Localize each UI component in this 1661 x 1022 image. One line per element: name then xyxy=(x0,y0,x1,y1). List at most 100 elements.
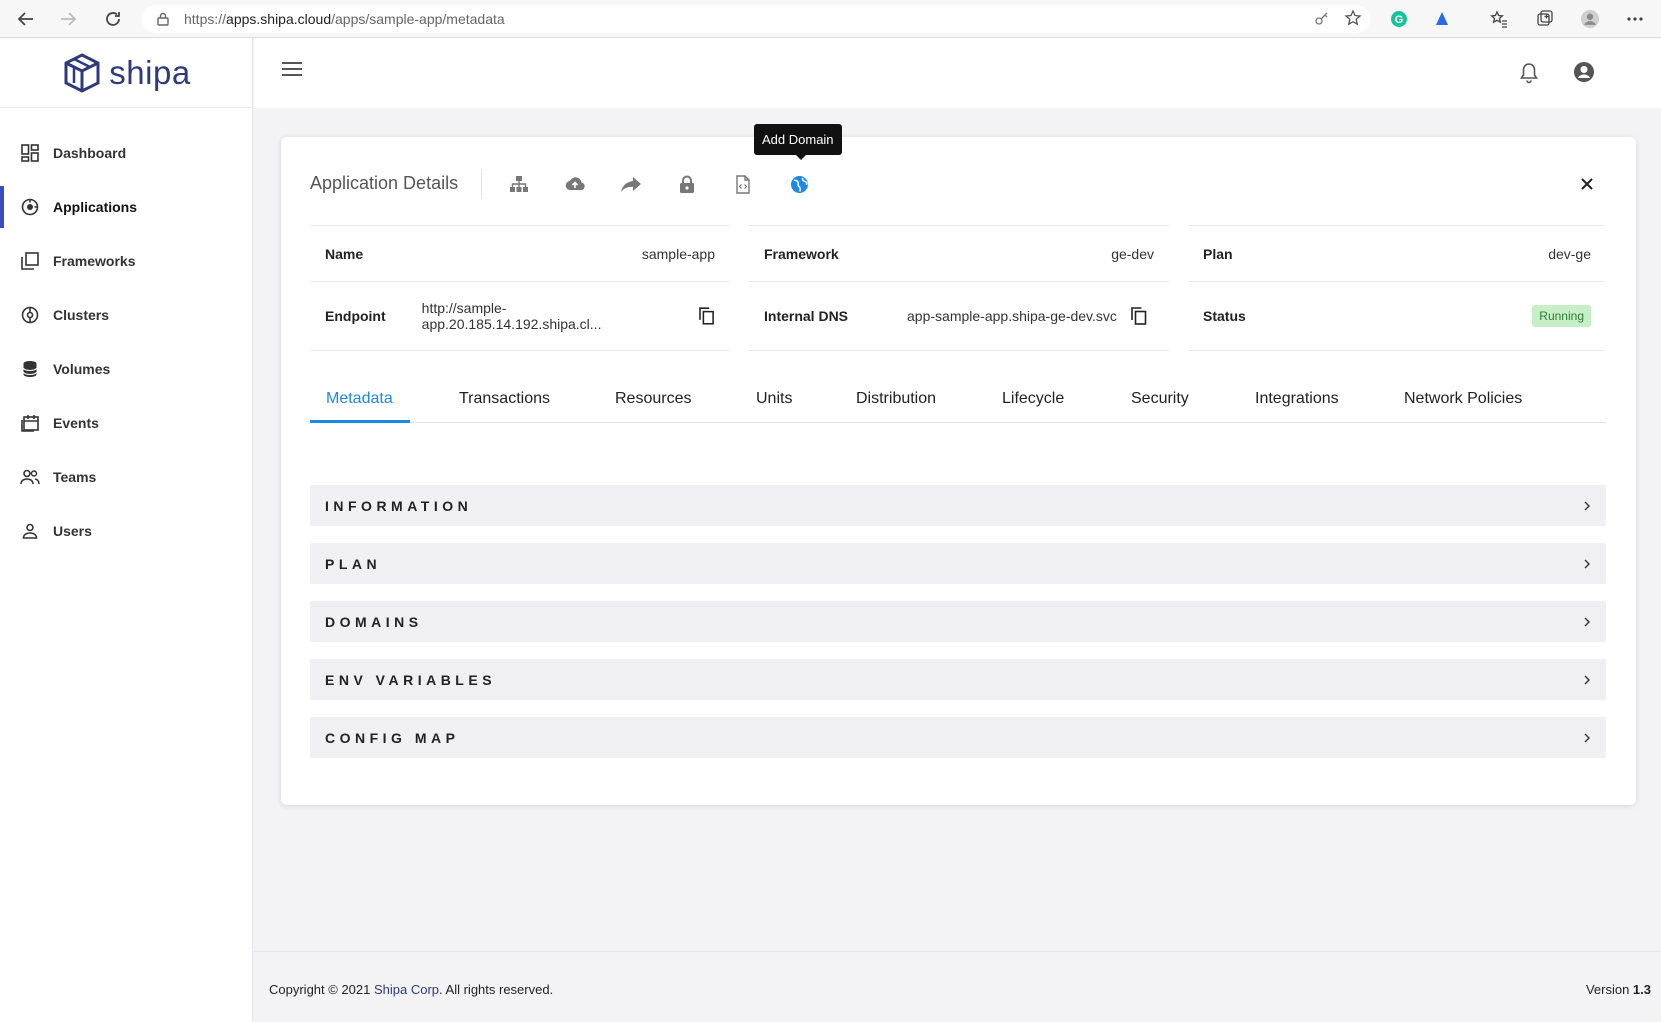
globe-icon[interactable] xyxy=(788,173,810,195)
close-icon[interactable] xyxy=(1578,175,1596,193)
sidebar-item-label: Teams xyxy=(53,469,97,485)
reload-icon[interactable] xyxy=(101,7,125,31)
top-header xyxy=(254,38,1661,108)
plan-row: Plan dev-ge xyxy=(1188,225,1606,281)
logo[interactable]: shipa xyxy=(0,38,252,108)
sidebar-item-users[interactable]: Users xyxy=(0,504,252,558)
info-column-2: Framework ge-dev Internal DNS app-sample… xyxy=(749,225,1169,351)
name-row: Name sample-app xyxy=(310,225,730,281)
clusters-icon xyxy=(20,305,40,325)
chevron-right-icon xyxy=(1584,733,1590,742)
url-text: https://apps.shipa.cloud/apps/sample-app… xyxy=(184,11,505,27)
chevron-right-icon xyxy=(1584,559,1590,568)
section-label: CONFIG MAP xyxy=(325,729,460,746)
favorites-icon[interactable] xyxy=(1489,9,1509,29)
application-details-card: Application Details Add Domain Name samp… xyxy=(281,124,1636,805)
section-information[interactable]: INFORMATION xyxy=(310,485,1606,526)
section-config-map[interactable]: CONFIG MAP xyxy=(310,717,1606,758)
title-divider xyxy=(481,169,482,199)
tab-lifecycle[interactable]: Lifecycle xyxy=(1002,381,1064,423)
sidebar-item-label: Clusters xyxy=(53,307,110,323)
add-domain-tooltip: Add Domain xyxy=(754,124,842,160)
section-domains[interactable]: DOMAINS xyxy=(310,601,1606,642)
endpoint-label: Endpoint xyxy=(325,308,386,324)
address-bar[interactable]: https://apps.shipa.cloud/apps/sample-app… xyxy=(142,5,1370,33)
internal-dns-value[interactable]: app-sample-app.shipa-ge-dev.svc xyxy=(907,308,1117,324)
footer: Copyright © 2021 Shipa Corp. All rights … xyxy=(254,951,1661,1022)
page-title: Application Details xyxy=(310,173,459,193)
collections-icon[interactable] xyxy=(1535,9,1555,29)
copy-dns-icon[interactable] xyxy=(1131,307,1147,325)
info-column-3: Plan dev-ge Status Running xyxy=(1188,225,1606,351)
copyright-text: Copyright © 2021 xyxy=(269,982,374,997)
code-file-icon[interactable] xyxy=(732,173,754,195)
cloud-upload-icon[interactable] xyxy=(564,173,586,195)
lock-icon xyxy=(157,12,169,26)
users-icon xyxy=(20,521,40,541)
sidebar-item-events[interactable]: Events xyxy=(0,396,252,450)
sidebar-item-label: Users xyxy=(53,523,92,539)
back-icon[interactable] xyxy=(14,7,38,31)
svg-text:G: G xyxy=(1395,14,1404,26)
name-label: Name xyxy=(325,245,364,262)
section-env-variables[interactable]: ENV VARIABLES xyxy=(310,659,1606,700)
plan-label: Plan xyxy=(1203,245,1233,262)
chevron-right-icon xyxy=(1584,675,1590,684)
framework-value: ge-dev xyxy=(1111,245,1154,262)
version-label: Version xyxy=(1585,982,1633,997)
teams-icon xyxy=(20,467,40,487)
active-tab-indicator xyxy=(310,420,410,423)
notification-bell-icon[interactable] xyxy=(1519,62,1539,84)
forward-arrow-icon[interactable] xyxy=(620,173,642,195)
tab-security[interactable]: Security xyxy=(1131,381,1189,423)
endpoint-value[interactable]: http://sample-app.20.185.14.192.shipa.cl… xyxy=(422,300,680,332)
sitemap-icon[interactable] xyxy=(508,173,530,195)
tab-integrations[interactable]: Integrations xyxy=(1255,381,1339,423)
sidebar-item-label: Volumes xyxy=(53,361,111,377)
sidebar-item-teams[interactable]: Teams xyxy=(0,450,252,504)
sidebar-item-frameworks[interactable]: Frameworks xyxy=(0,234,252,288)
sidebar: shipa Dashboard Applications Frameworks … xyxy=(0,38,253,1022)
section-label: PLAN xyxy=(325,555,382,572)
section-plan[interactable]: PLAN xyxy=(310,543,1606,584)
shipa-logo-icon xyxy=(64,52,100,93)
version-number: 1.3 xyxy=(1632,982,1651,997)
name-value: sample-app xyxy=(641,245,715,262)
key-icon[interactable] xyxy=(1314,10,1330,26)
dashboard-icon xyxy=(20,143,40,163)
frameworks-icon xyxy=(20,251,40,271)
grammarly-icon[interactable]: G xyxy=(1389,9,1409,29)
tab-distribution[interactable]: Distribution xyxy=(856,381,936,423)
more-icon[interactable] xyxy=(1625,9,1645,29)
shipa-corp-link[interactable]: Shipa Corp xyxy=(374,982,439,997)
browser-toolbar: https://apps.shipa.cloud/apps/sample-app… xyxy=(0,0,1661,38)
favorite-add-icon[interactable] xyxy=(1344,9,1362,27)
framework-row: Framework ge-dev xyxy=(749,225,1169,281)
volumes-icon xyxy=(20,359,40,379)
events-icon xyxy=(20,413,40,433)
section-label: ENV VARIABLES xyxy=(325,671,497,688)
status-row: Status Running xyxy=(1188,281,1606,351)
lock-icon[interactable] xyxy=(676,173,698,195)
tab-transactions[interactable]: Transactions xyxy=(459,381,550,423)
copyright-suffix: . All rights reserved. xyxy=(439,982,554,997)
tab-network-policies[interactable]: Network Policies xyxy=(1404,381,1522,423)
internal-dns-label: Internal DNS xyxy=(764,308,849,324)
status-badge: Running xyxy=(1532,305,1591,327)
tab-resources[interactable]: Resources xyxy=(615,381,691,423)
menu-icon[interactable] xyxy=(282,62,302,78)
sidebar-item-volumes[interactable]: Volumes xyxy=(0,342,252,396)
tab-metadata[interactable]: Metadata xyxy=(326,381,393,423)
tab-units[interactable]: Units xyxy=(756,381,792,423)
plan-value: dev-ge xyxy=(1548,245,1591,262)
user-account-icon[interactable] xyxy=(1573,61,1595,83)
sidebar-item-clusters[interactable]: Clusters xyxy=(0,288,252,342)
sidebar-item-dashboard[interactable]: Dashboard xyxy=(0,126,252,180)
forward-icon[interactable] xyxy=(56,7,80,31)
chevron-right-icon xyxy=(1584,617,1590,626)
copy-endpoint-icon[interactable] xyxy=(699,307,715,325)
extension-icon[interactable] xyxy=(1432,9,1452,29)
sidebar-item-applications[interactable]: Applications xyxy=(0,180,252,234)
copyright: Copyright © 2021 Shipa Corp. All rights … xyxy=(269,982,553,997)
profile-icon[interactable] xyxy=(1580,9,1600,29)
